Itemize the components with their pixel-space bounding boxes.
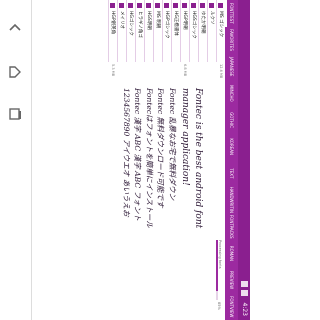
home-icon[interactable] [7, 64, 23, 80]
wifi-icon [241, 281, 248, 287]
font-list-item[interactable]: メイリオ [117, 0, 126, 62]
checkbox-icon[interactable] [191, 3, 197, 8]
font-list: MS ゴシック ルクソ ゆたか明朝 HGSゴシック HGP明朝 HG正楷書体 H… [108, 0, 225, 62]
back-icon[interactable] [7, 20, 23, 36]
checkbox-icon[interactable] [164, 3, 170, 8]
font-list-item[interactable]: HG正楷書体 [171, 0, 180, 62]
tab-fonttest[interactable]: FONTTEST [225, 0, 238, 27]
font-list-item[interactable]: HGP明朝 [180, 0, 189, 62]
file-size-column: 12.6 MB 6.8 MB 5.3 MB [108, 62, 225, 82]
file-size [207, 62, 216, 82]
font-list-item[interactable]: MS ゴシック [216, 0, 225, 62]
checkbox-icon[interactable] [146, 3, 152, 8]
checkbox-icon[interactable] [119, 3, 125, 8]
font-list-item[interactable]: ゆたか明朝 [198, 0, 207, 62]
preview-line: Fontec 無料ダウンロード可能です [156, 88, 166, 208]
preview-line: Fontec 漢字 ABC 漢字 ABC フォント [133, 88, 143, 221]
recent-apps-icon[interactable] [7, 106, 23, 122]
preview-line: 1234567890 アイウエオ あいうえお [122, 88, 131, 217]
navigation-bar [0, 0, 32, 320]
preview-line: manager application! [180, 88, 190, 186]
font-list-item[interactable]: HGSゴシック [189, 0, 198, 62]
font-list-label: HGSゴシック [191, 11, 196, 39]
file-size [198, 62, 207, 82]
checkbox-icon[interactable] [209, 3, 215, 8]
file-size [171, 62, 180, 82]
status-time: 4:23 [241, 302, 248, 316]
file-size [135, 62, 144, 82]
file-size: 12.6 MB [219, 64, 223, 79]
status-icons [241, 281, 248, 296]
font-list-label: HGP創英角 [110, 11, 115, 35]
file-size [144, 62, 153, 82]
font-list-item[interactable]: MS 明朝 [153, 0, 162, 62]
font-list-item[interactable]: HGS明朝 [144, 0, 153, 62]
font-list-label: MS ゴシック [218, 11, 223, 38]
tab-gothic[interactable]: GOTHIC [225, 107, 238, 134]
file-size [153, 62, 162, 82]
checkbox-icon[interactable] [218, 3, 224, 8]
font-list-item[interactable]: HGP創英角 [108, 0, 117, 62]
tab-handwriting[interactable]: HANDWRITING [225, 187, 238, 214]
tab-text[interactable]: TEXT [225, 160, 238, 187]
font-list-label: HGP明朝 [182, 11, 187, 30]
font-list-label: MS 明朝 [155, 11, 160, 29]
checkbox-icon[interactable] [128, 3, 134, 8]
checkbox-icon[interactable] [110, 3, 116, 8]
preview-line: Fontec 乱暴なお宅で無料ダウン [168, 88, 177, 201]
font-list-item[interactable]: ルクソ [207, 0, 216, 62]
tab-fontpacks[interactable]: FONTPACKS [225, 213, 238, 240]
tab-korean[interactable]: KOREAN [225, 133, 238, 160]
battery-icon [241, 290, 248, 296]
progress-label: Processing fonts [218, 240, 222, 269]
progress-fill [216, 240, 218, 291]
checkbox-icon[interactable] [173, 3, 179, 8]
preview-line: Fontec is the best android font [193, 88, 203, 229]
file-size [162, 62, 171, 82]
tab-japanese[interactable]: JAPANESE [225, 53, 238, 80]
font-list-item[interactable]: HGPゴシック [162, 0, 171, 62]
checkbox-icon[interactable] [182, 3, 188, 8]
tab-preview[interactable]: PREVIEW [225, 267, 238, 294]
file-size [126, 62, 135, 82]
checkbox-icon[interactable] [200, 3, 206, 8]
font-list-label: ゆたか明朝 [200, 11, 205, 34]
font-list-item[interactable]: ヒラギノ角ゴ [135, 0, 144, 62]
file-size [117, 62, 126, 82]
font-list-label: ルクソ [209, 11, 214, 25]
checkbox-icon[interactable] [155, 3, 161, 8]
file-size: 5.3 MB [111, 64, 115, 77]
tab-favorites[interactable]: FAVORITES [225, 27, 238, 54]
file-size: 6.8 MB [183, 64, 187, 77]
font-list-item[interactable]: HGゴシック [126, 0, 135, 62]
progress-percent: 85% [217, 302, 221, 310]
preview-line: Fontecはフォントを簡単にインストール [145, 88, 154, 228]
font-list-label: メイリオ [119, 11, 124, 29]
app-screen: 4:23 FONTTEST FAVORITES JAPANESE MINCHO … [0, 0, 250, 320]
tab-roman[interactable]: ROMAN [225, 240, 238, 267]
font-list-label: ヒラギノ角ゴ [137, 11, 142, 38]
checkbox-icon[interactable] [137, 3, 143, 8]
tab-mincho[interactable]: MINCHO [225, 80, 238, 107]
status-bar: 4:23 [238, 0, 250, 320]
font-preview: Fontec is the best android font manager … [44, 88, 204, 316]
tab-bar: FONTTEST FAVORITES JAPANESE MINCHO GOTHI… [225, 0, 238, 320]
font-list-label: HGS明朝 [146, 11, 151, 30]
file-size [189, 62, 198, 82]
font-list-label: HGPゴシック [164, 11, 169, 39]
font-list-label: HG正楷書体 [173, 11, 178, 36]
tab-fontview[interactable]: FONTVIEW [225, 293, 238, 320]
font-list-label: HGゴシック [128, 11, 133, 36]
progress-bar [216, 240, 218, 300]
